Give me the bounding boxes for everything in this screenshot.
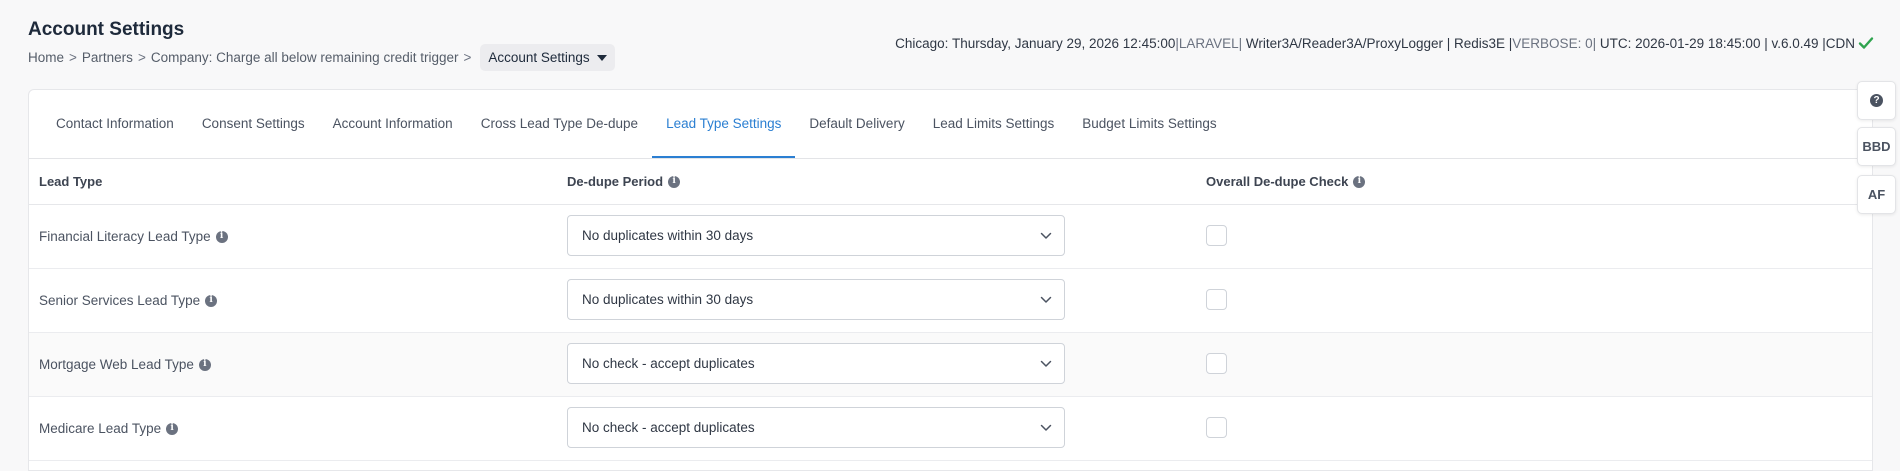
breadcrumb-partners[interactable]: Partners [82, 50, 133, 65]
system-status-bar: Chicago: Thursday, January 29, 2026 12:4… [895, 35, 1874, 51]
tab-cross-lead-type-dedupe[interactable]: Cross Lead Type De-dupe [467, 90, 652, 158]
info-icon[interactable]: i [198, 358, 211, 371]
overall-dedupe-checkbox[interactable] [1206, 289, 1227, 310]
overall-dedupe-checkbox[interactable] [1206, 225, 1227, 246]
overall-dedupe-checkbox[interactable] [1206, 353, 1227, 374]
lead-type-cell: Senior Services Lead Type i [39, 293, 218, 308]
lead-type-label: Financial Literacy Lead Type [39, 229, 211, 244]
status-loggers: Writer3A/Reader3A/ProxyLogger | Redis3E … [1242, 35, 1513, 51]
lead-type-cell: Financial Literacy Lead Type i [39, 229, 228, 244]
table-header: Lead Type De-dupe Period i Overall De-du… [29, 159, 1872, 205]
dedupe-period-select[interactable]: No check - accept duplicates [567, 343, 1065, 384]
info-icon[interactable]: i [1353, 175, 1366, 188]
info-icon[interactable]: i [668, 175, 681, 188]
table-row: Medicare Lead Type i No check - accept d… [29, 397, 1872, 461]
table-row: Mortgage Web Lead Type i No check - acce… [29, 333, 1872, 397]
help-button[interactable]: ? [1857, 81, 1896, 120]
tab-contact-information[interactable]: Contact Information [42, 90, 188, 158]
dedupe-period-select[interactable]: No duplicates within 30 days [567, 215, 1065, 256]
column-header-label: Lead Type [39, 174, 103, 189]
lead-type-label: Senior Services Lead Type [39, 293, 201, 308]
af-button[interactable]: AF [1857, 175, 1896, 214]
breadcrumb-separator: > [463, 50, 472, 65]
caret-down-icon [596, 54, 607, 61]
status-utc-version: UTC: 2026-01-29 18:45:00 | v.6.0.49 |CDN [1596, 35, 1855, 51]
dedupe-period-value: No duplicates within 30 days [582, 292, 754, 307]
breadcrumb: Home > Partners > Company: Charge all be… [28, 44, 615, 71]
tab-lead-type-settings[interactable]: Lead Type Settings [652, 90, 796, 158]
page-title: Account Settings [28, 19, 185, 40]
lead-type-label: Medicare Lead Type [39, 421, 162, 436]
dedupe-period-value: No duplicates within 30 days [582, 228, 754, 243]
dedupe-period-select[interactable]: No duplicates within 30 days [567, 279, 1065, 320]
info-icon[interactable]: i [205, 294, 218, 307]
status-time: Chicago: Thursday, January 29, 2026 12:4… [895, 35, 1176, 51]
lead-type-cell: Mortgage Web Lead Type i [39, 357, 211, 372]
dedupe-period-select[interactable]: No check - accept duplicates [567, 407, 1065, 448]
status-framework: |LARAVEL| [1175, 35, 1243, 51]
tab-account-information[interactable]: Account Information [319, 90, 467, 158]
question-circle-icon: ? [1870, 94, 1883, 107]
overall-dedupe-checkbox[interactable] [1206, 417, 1227, 438]
lead-type-label: Mortgage Web Lead Type [39, 357, 194, 372]
status-verbose: VERBOSE: 0| [1512, 35, 1597, 51]
tab-default-delivery[interactable]: Default Delivery [795, 90, 918, 158]
current-page-label: Account Settings [488, 50, 590, 65]
settings-tabs: Contact Information Consent Settings Acc… [29, 90, 1872, 159]
table-row: Senior Services Lead Type i No duplicate… [29, 269, 1872, 333]
dedupe-period-value: No check - accept duplicates [582, 420, 755, 435]
tab-lead-limits-settings[interactable]: Lead Limits Settings [919, 90, 1069, 158]
tab-budget-limits-settings[interactable]: Budget Limits Settings [1068, 90, 1230, 158]
column-header-dedupe-period: De-dupe Period i [567, 174, 681, 189]
current-page-dropdown[interactable]: Account Settings [480, 44, 615, 71]
breadcrumb-company[interactable]: Company: Charge all below remaining cred… [151, 50, 459, 65]
breadcrumb-home[interactable]: Home [28, 50, 64, 65]
column-header-lead-type: Lead Type [39, 174, 102, 189]
info-icon[interactable]: i [166, 422, 179, 435]
chevron-down-icon [1040, 424, 1052, 431]
bbd-button[interactable]: BBD [1857, 127, 1896, 166]
column-header-label: De-dupe Period [567, 174, 664, 189]
tab-consent-settings[interactable]: Consent Settings [188, 90, 319, 158]
column-header-label: Overall De-dupe Check [1206, 174, 1349, 189]
breadcrumb-separator: > [137, 50, 146, 65]
lead-type-cell: Medicare Lead Type i [39, 421, 179, 436]
chevron-down-icon [1040, 232, 1052, 239]
breadcrumb-separator: > [69, 50, 77, 65]
table-row: Financial Literacy Lead Type i No duplic… [29, 205, 1872, 269]
info-icon[interactable]: i [215, 230, 228, 243]
chevron-down-icon [1040, 360, 1052, 367]
settings-card: Contact Information Consent Settings Acc… [28, 89, 1873, 471]
column-header-overall-dedupe-check: Overall De-dupe Check i [1206, 174, 1366, 189]
dedupe-period-value: No check - accept duplicates [582, 356, 755, 371]
check-icon [1858, 37, 1874, 49]
chevron-down-icon [1040, 296, 1052, 303]
